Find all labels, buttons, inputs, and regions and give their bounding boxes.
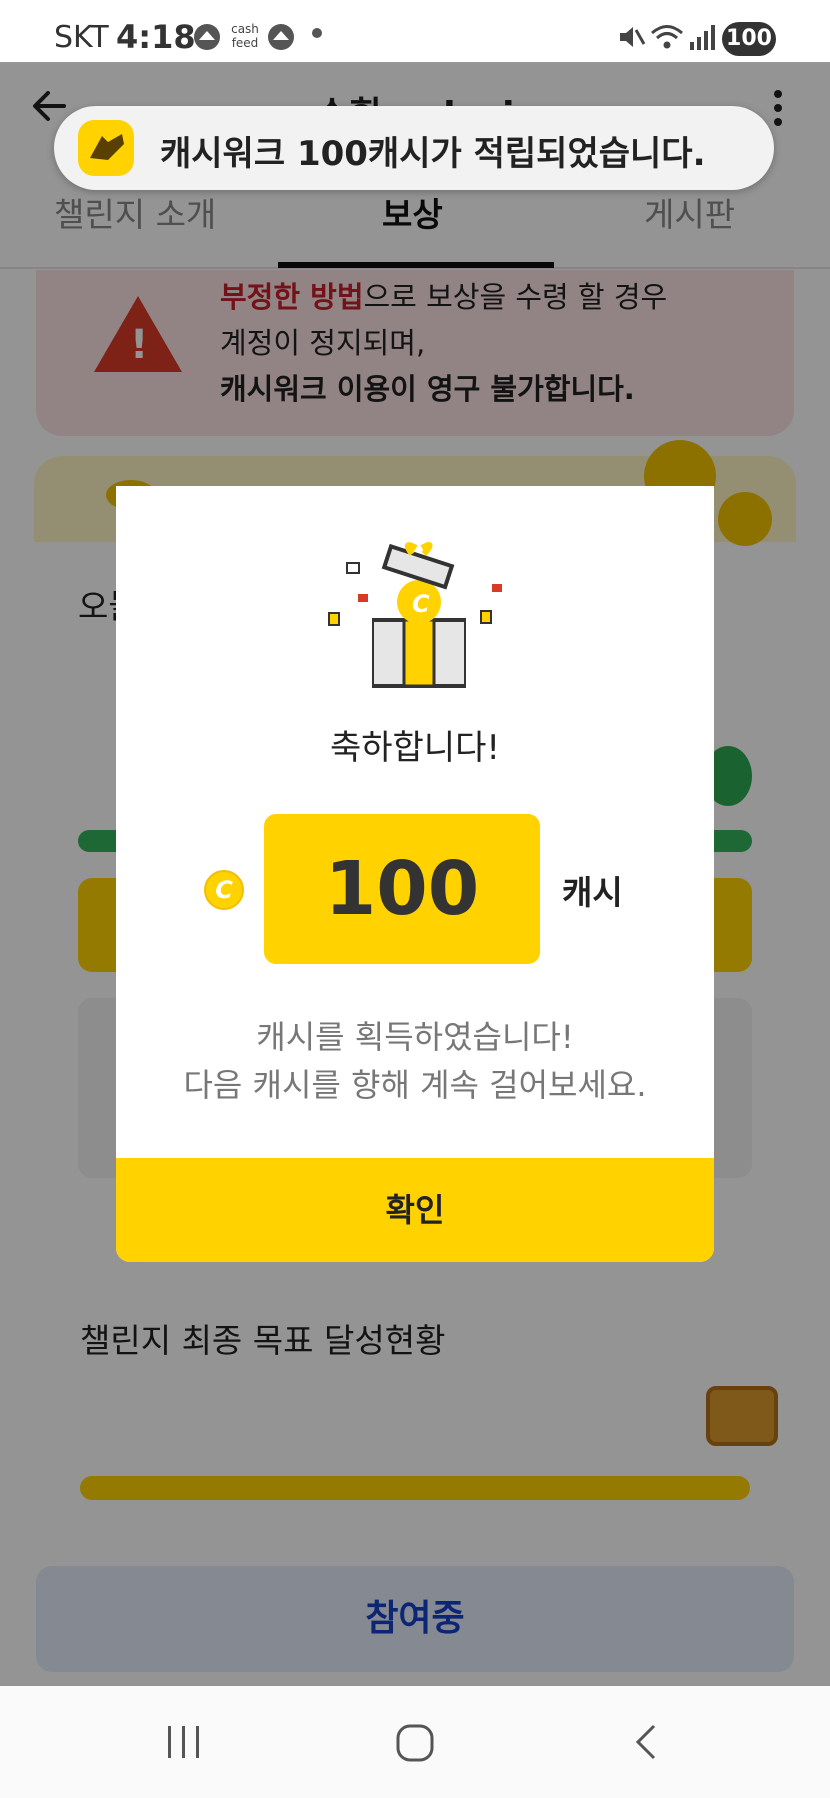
reward-unit: 캐시 — [562, 873, 623, 912]
wifi-icon — [650, 22, 684, 59]
reward-amount: 100 — [264, 814, 540, 964]
nav-back-icon[interactable] — [630, 1722, 662, 1772]
congrats-title: 축하합니다! — [329, 728, 501, 768]
reward-description-line-2: 다음 캐시를 향해 계속 걸어보세요. — [183, 1066, 647, 1104]
confirm-button[interactable]: 확인 — [116, 1158, 714, 1262]
confetti-icon-2 — [358, 594, 368, 602]
confetti-icon-4 — [492, 584, 502, 592]
cashwalk-notification-icon — [190, 22, 224, 52]
reward-description-line-1: 캐시를 획득하였습니다! — [256, 1018, 574, 1056]
carrier-label: SKT — [54, 20, 109, 55]
toast-message: 캐시워크 100캐시가 적립되었습니다. — [160, 134, 706, 174]
clock-time: 4:18 — [116, 18, 196, 56]
svg-text:C: C — [412, 590, 430, 618]
cashwalk-notification-icon-2 — [264, 22, 298, 52]
confetti-icon-5 — [480, 610, 492, 624]
signal-icon — [688, 22, 718, 59]
battery-indicator: 100 — [722, 22, 776, 56]
gift-box-icon: C — [370, 540, 468, 688]
notification-dot — [312, 28, 322, 38]
nav-recents-icon[interactable] — [164, 1722, 204, 1772]
cashfeed-notification-icon: cash feed — [231, 22, 259, 50]
coin-icon: C — [204, 870, 244, 910]
nav-home-icon[interactable] — [394, 1722, 436, 1774]
confetti-icon — [346, 562, 360, 574]
mute-icon — [616, 22, 646, 59]
confetti-icon-3 — [328, 612, 340, 626]
cashwalk-app-icon — [78, 120, 134, 176]
